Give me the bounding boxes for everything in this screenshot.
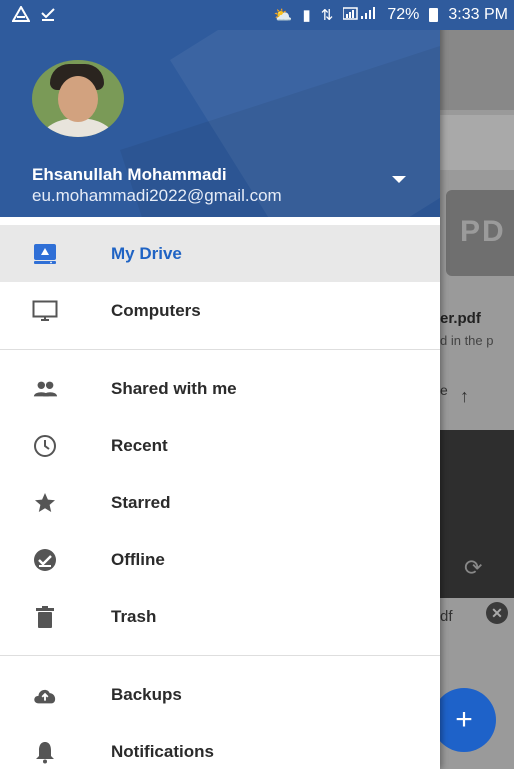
menu-item-label: Shared with me <box>111 378 237 398</box>
sim-icon: ▮ <box>302 7 311 24</box>
menu-item-starred[interactable]: Starred <box>0 474 440 531</box>
trash-icon <box>32 604 58 630</box>
drawer-menu: My Drive Computers Shared with me Recent <box>0 225 440 769</box>
menu-item-backups[interactable]: Backups <box>0 666 440 723</box>
status-bar: ⛅ ▮ ⇅ 72% 3:33 PM <box>0 0 514 30</box>
star-icon <box>32 490 58 516</box>
menu-item-my-drive[interactable]: My Drive <box>0 225 440 282</box>
upload-file-name: df <box>440 608 453 625</box>
clock-icon <box>32 433 58 459</box>
cloud-backup-icon <box>32 682 58 708</box>
menu-item-label: Recent <box>111 435 168 455</box>
menu-item-label: Offline <box>111 549 165 569</box>
search-bar <box>440 115 514 170</box>
signal-icon <box>342 6 377 24</box>
divider <box>0 655 440 656</box>
file-thumbnail-label: PD <box>460 215 506 248</box>
menu-item-label: Starred <box>111 492 171 512</box>
menu-item-notifications[interactable]: Notifications <box>0 723 440 769</box>
account-header: Ehsanullah Mohammadi eu.mohammadi2022@gm… <box>0 0 440 217</box>
people-icon <box>32 376 58 402</box>
menu-item-label: My Drive <box>111 243 182 263</box>
close-icon: ✕ <box>486 602 508 624</box>
navigation-drawer: Ehsanullah Mohammadi eu.mohammadi2022@gm… <box>0 0 440 769</box>
offline-check-icon <box>32 547 58 573</box>
clock-time: 3:33 PM <box>448 6 508 23</box>
menu-item-recent[interactable]: Recent <box>0 417 440 474</box>
bell-icon <box>32 739 58 765</box>
new-fab-button: + <box>432 688 496 752</box>
sort-arrow-icon: ↑ <box>460 386 469 406</box>
network-type-icon: ⇅ <box>320 7 334 24</box>
menu-item-label: Computers <box>111 300 201 320</box>
refresh-icon: ⟳ <box>464 555 483 580</box>
account-email: eu.mohammadi2022@gmail.com <box>32 186 282 205</box>
app-toolbar <box>440 30 514 110</box>
menu-item-shared-with-me[interactable]: Shared with me <box>0 360 440 417</box>
avatar[interactable] <box>32 60 124 137</box>
download-done-icon <box>40 6 56 25</box>
drive-sync-icon: ⛅ <box>273 7 293 24</box>
file-subtitle: d in the p <box>440 333 494 348</box>
menu-item-label: Notifications <box>111 741 214 761</box>
computer-icon <box>32 298 58 324</box>
file-name: er.pdf <box>440 310 481 327</box>
divider <box>0 349 440 350</box>
sort-label: e <box>440 382 448 398</box>
menu-item-computers[interactable]: Computers <box>0 282 440 339</box>
drive-icon <box>32 241 58 267</box>
battery-icon <box>429 8 439 22</box>
battery-percent: 72% <box>387 6 420 23</box>
menu-item-label: Backups <box>111 684 182 704</box>
menu-item-trash[interactable]: Trash <box>0 588 440 645</box>
menu-item-label: Trash <box>111 606 157 626</box>
app-notification-icon <box>11 4 31 25</box>
menu-item-offline[interactable]: Offline <box>0 531 440 588</box>
account-switcher-icon[interactable] <box>392 176 406 183</box>
account-name: Ehsanullah Mohammadi <box>32 165 227 184</box>
